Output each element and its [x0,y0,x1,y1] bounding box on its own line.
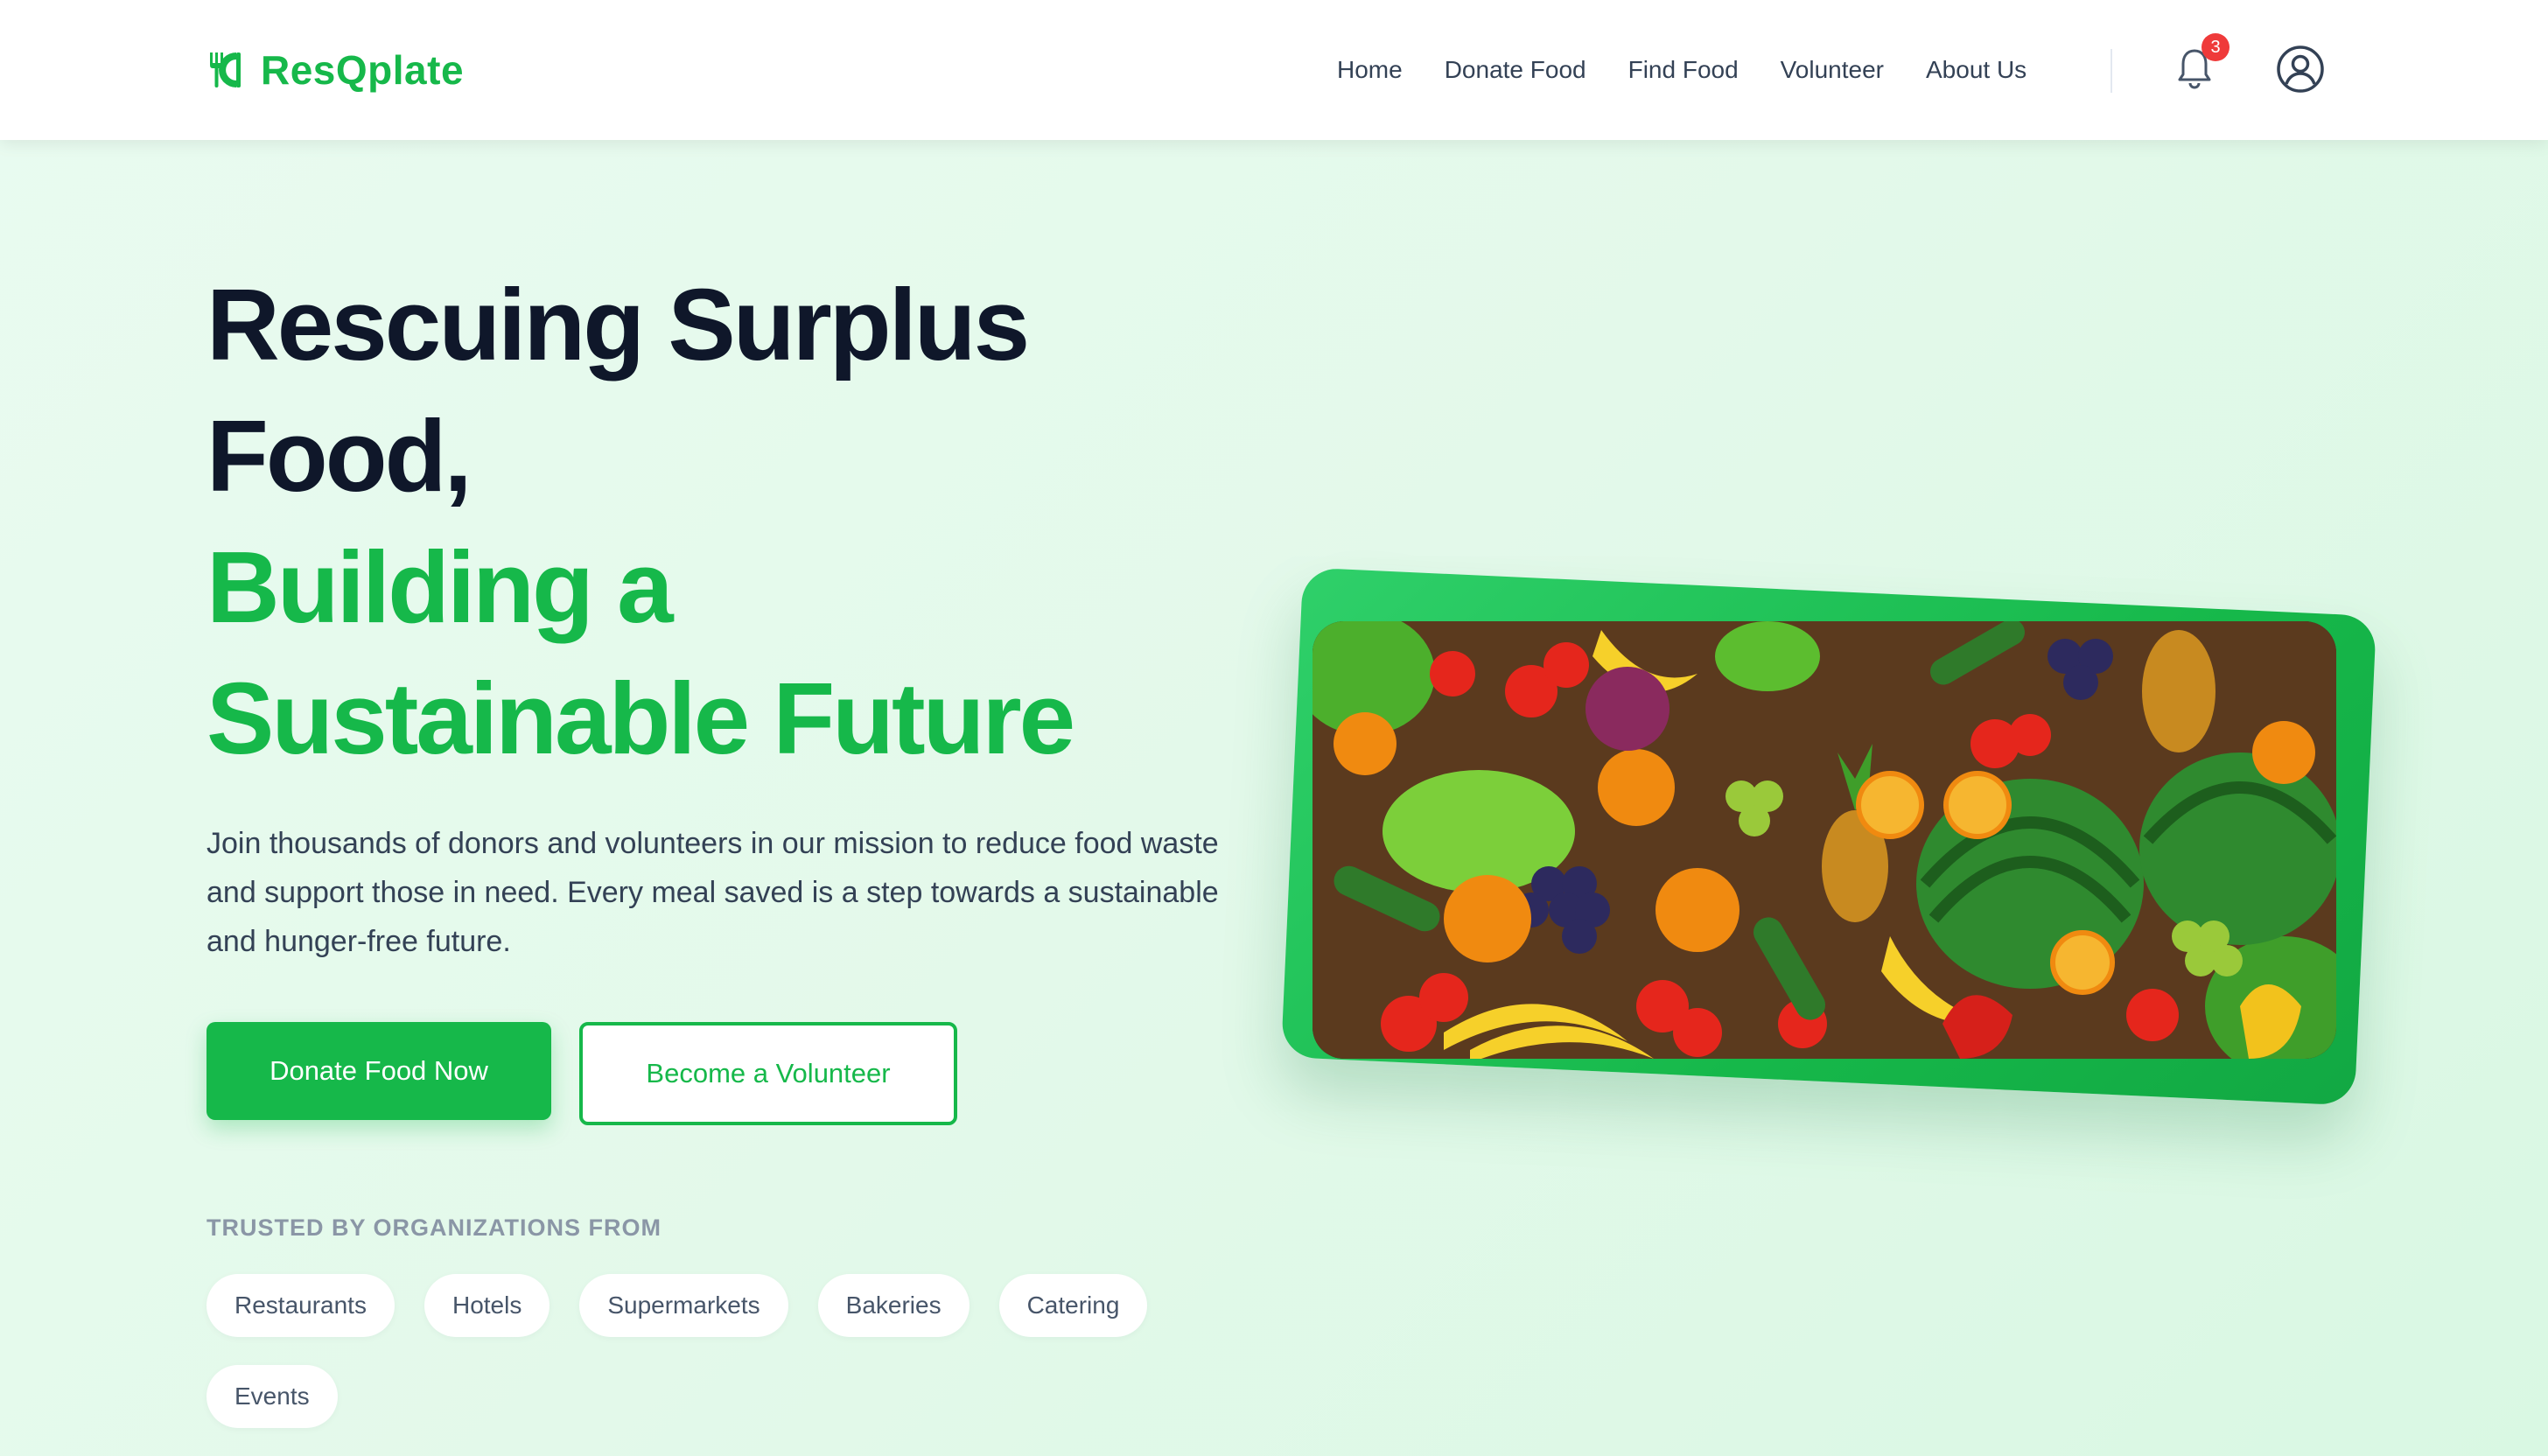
produce-illustration [1312,621,2336,1059]
chip-events: Events [206,1365,338,1428]
nav-divider [2110,49,2112,93]
become-volunteer-button[interactable]: Become a Volunteer [579,1022,957,1125]
nav-find-food[interactable]: Find Food [1628,51,1739,89]
hero-title-line-3: Building a [206,530,674,644]
chip-bakeries: Bakeries [817,1274,970,1337]
hero-description: Join thousands of donors and volunteers … [206,827,1219,958]
notification-badge: 3 [2202,33,2230,61]
hero-title-line-1: Rescuing Surplus [206,268,1030,382]
hero-title-line-4: Sustainable Future [206,662,1075,775]
chip-catering: Catering [998,1274,1148,1337]
organization-chips: Restaurants Hotels Supermarkets Bakeries… [206,1274,1256,1428]
nav-volunteer[interactable]: Volunteer [1781,51,1884,89]
nav-donate-food[interactable]: Donate Food [1445,51,1586,89]
donate-food-now-button[interactable]: Donate Food Now [206,1022,551,1120]
main-nav: Home Donate Food Find Food Volunteer Abo… [1337,51,2068,89]
logo-text: ResQplate [261,47,465,93]
nav-home[interactable]: Home [1337,51,1403,89]
fruits-vegetables-image [1312,621,2336,1059]
top-navbar: ResQplate Home Donate Food Find Food Vol… [0,0,2548,140]
chip-supermarkets: Supermarkets [579,1274,788,1337]
chip-restaurants: Restaurants [206,1274,395,1337]
user-circle-icon[interactable] [2275,44,2326,94]
hero-title: Rescuing Surplus Food, Building a Sustai… [206,259,1344,784]
hero-title-line-2: Food, [206,399,472,513]
trusted-label: TRUSTED BY ORGANIZATIONS FROM [206,1214,662,1241]
utensils-icon [210,52,241,88]
logo[interactable]: ResQplate [206,46,464,94]
nav-about-us[interactable]: About Us [1926,51,2026,89]
chip-hotels: Hotels [424,1274,550,1337]
